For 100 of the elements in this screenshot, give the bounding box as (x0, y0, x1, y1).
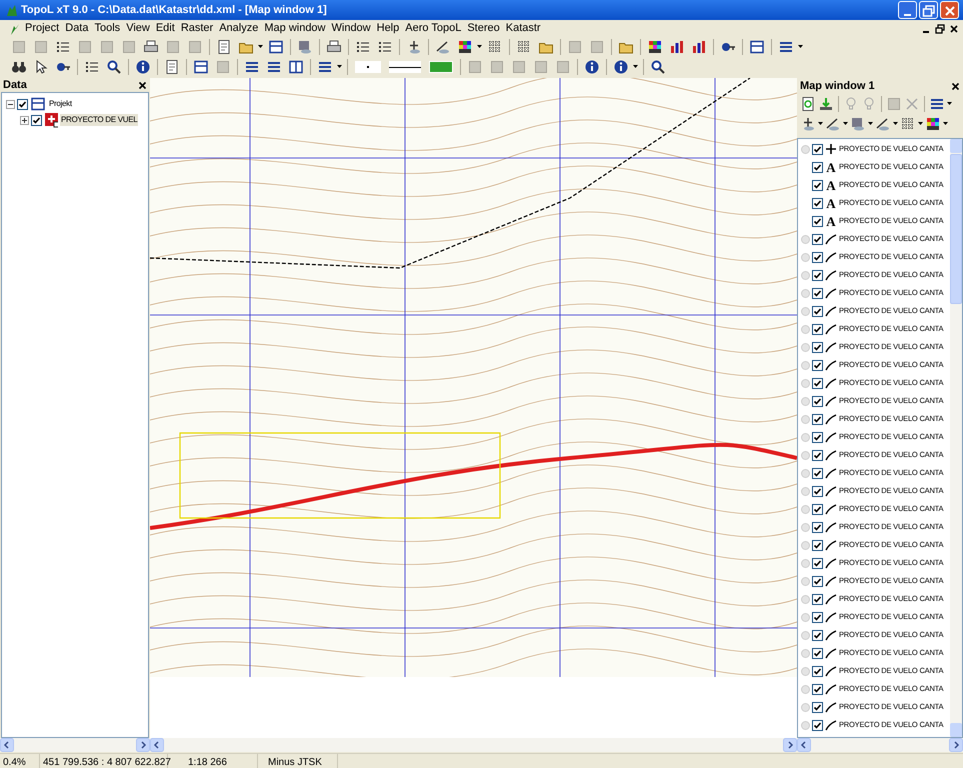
list-icon[interactable] (355, 39, 371, 55)
grid-icon[interactable] (487, 39, 503, 55)
line-symbol-icon (825, 647, 837, 659)
line-symbol-icon (825, 269, 837, 281)
page-icon[interactable] (216, 39, 232, 55)
line-symbol-icon (825, 287, 837, 299)
line-symbol-icon (825, 413, 837, 425)
point-style-swatch[interactable] (355, 61, 381, 73)
menu-item[interactable]: Data (62, 20, 92, 37)
status-text: 1:18 266 (188, 756, 227, 768)
menu-item[interactable]: Analyze (216, 20, 262, 37)
menu-item[interactable]: Raster (178, 20, 216, 37)
line-symbol-icon (825, 359, 837, 371)
tree-item[interactable]: PROYECTO DE VUEL (60, 114, 138, 126)
line-symbol-icon (825, 575, 837, 587)
menu-item[interactable]: Stereo (464, 20, 503, 37)
restore-icon[interactable] (935, 24, 945, 34)
menu-item[interactable]: Help (374, 20, 402, 37)
printer-icon[interactable] (143, 39, 159, 55)
line-symbol-icon[interactable] (875, 116, 891, 132)
line-symbol-icon (825, 539, 837, 551)
line-symbol-icon (825, 449, 837, 461)
menu-item[interactable]: Map window (261, 20, 328, 37)
layers-icon[interactable] (929, 96, 945, 112)
menu-item[interactable]: Edit (152, 20, 178, 37)
status-text: 451 799.536 : 4 807 622.827 (43, 756, 171, 768)
download-icon[interactable] (818, 96, 834, 112)
info-icon[interactable] (584, 59, 600, 75)
panel-title: Map window 1 (800, 78, 875, 94)
window-icon[interactable] (749, 39, 765, 55)
list-icon[interactable] (84, 59, 100, 75)
horizontal-scrollbar[interactable] (150, 738, 797, 752)
bar-chart-icon[interactable] (691, 39, 707, 55)
panel-title: Data (3, 78, 27, 93)
line-symbol-icon[interactable] (825, 116, 841, 132)
line-style-swatch[interactable] (389, 61, 421, 73)
text-symbol: A (825, 160, 837, 174)
line-symbol-icon (825, 701, 837, 713)
list-icon[interactable] (377, 39, 393, 55)
vertical-scrollbar[interactable] (950, 139, 962, 737)
bar-chart-icon[interactable] (669, 39, 685, 55)
horizontal-scrollbar[interactable] (797, 738, 963, 752)
menu-item[interactable]: View (123, 20, 153, 37)
window-icon[interactable] (193, 59, 209, 75)
page-icon[interactable] (164, 59, 180, 75)
window-icon[interactable] (268, 39, 284, 55)
scroll-right-icon[interactable] (136, 738, 150, 752)
close-icon[interactable] (138, 80, 147, 90)
color-grid-icon[interactable] (457, 39, 473, 55)
binoculars-icon[interactable] (11, 59, 27, 75)
menu-item[interactable]: Window (328, 20, 374, 37)
info-icon[interactable] (613, 59, 629, 75)
menu-item[interactable]: Tools (92, 20, 124, 37)
split-window-icon[interactable] (288, 59, 304, 75)
color-grid-icon[interactable] (925, 116, 941, 132)
scroll-right-icon[interactable] (783, 738, 797, 752)
info-icon[interactable] (135, 59, 151, 75)
window-title: TopoL xT 9.0 - C:\Data.dat\Katastr\dd.xml - [Map window 1] (21, 2, 327, 18)
line-symbol-icon[interactable] (435, 39, 451, 55)
line-symbol-icon (825, 719, 837, 731)
line-symbol-icon (825, 431, 837, 443)
scroll-left-icon[interactable] (0, 738, 14, 752)
line-symbol-icon (825, 377, 837, 389)
close-icon[interactable] (949, 24, 959, 34)
scroll-left-icon[interactable] (150, 738, 164, 752)
menu-item[interactable]: Project (22, 20, 62, 37)
line-symbol-icon (825, 305, 837, 317)
tree-item[interactable]: Projekt (48, 98, 73, 110)
line-symbol-icon (825, 341, 837, 353)
layers-icon[interactable] (317, 59, 333, 75)
area-symbol-icon[interactable] (297, 39, 313, 55)
grid-icon[interactable] (516, 39, 532, 55)
area-symbol-icon[interactable] (850, 116, 866, 132)
line-symbol-icon (825, 629, 837, 641)
close-icon[interactable] (951, 82, 960, 90)
line-symbol-icon (825, 467, 837, 479)
grid-icon[interactable] (900, 116, 916, 132)
layers-icon[interactable] (778, 39, 794, 55)
line-symbol-icon (825, 323, 837, 335)
text-symbol: A (825, 214, 837, 228)
list-icon[interactable] (55, 39, 71, 55)
magnifier-icon[interactable] (650, 59, 666, 75)
line-symbol-icon (825, 521, 837, 533)
line-symbol-icon (825, 233, 837, 245)
horizontal-scrollbar[interactable] (0, 738, 150, 752)
scroll-left-icon[interactable] (797, 738, 811, 752)
color-grid-icon[interactable] (647, 39, 663, 55)
status-text: Minus JTSK (268, 756, 322, 768)
printer-icon[interactable] (326, 39, 342, 55)
layers-icon[interactable] (266, 59, 282, 75)
page-icon[interactable] (800, 96, 816, 112)
scroll-right-icon[interactable] (949, 738, 963, 752)
status-text: 0.4% (3, 756, 26, 768)
layers-icon[interactable] (244, 59, 260, 75)
line-symbol-icon (825, 593, 837, 605)
menu-item[interactable]: Katastr (502, 20, 544, 37)
app-logo-icon (4, 3, 18, 17)
fill-color-swatch[interactable] (429, 61, 453, 73)
magnifier-icon[interactable] (106, 59, 122, 75)
menu-item[interactable]: Aero TopoL (402, 20, 464, 37)
